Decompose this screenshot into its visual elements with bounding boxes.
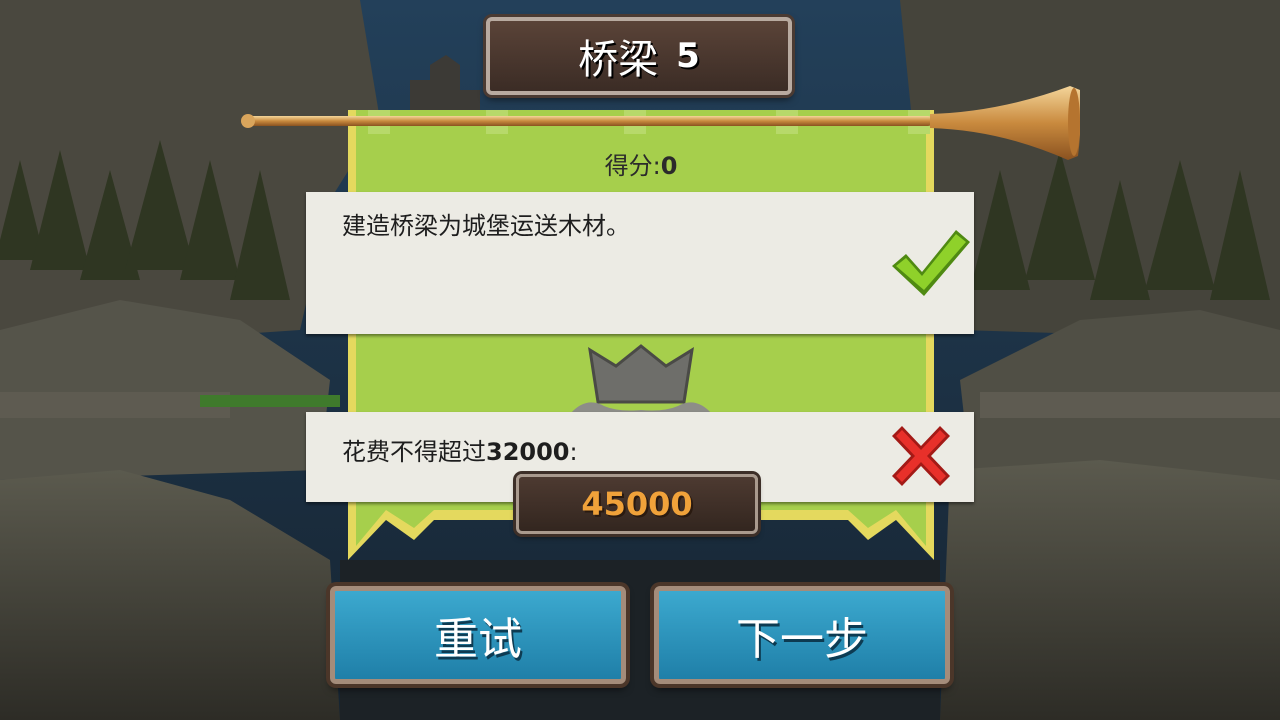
score-line: 得分:0: [348, 146, 934, 181]
actual-cost-display: 45000: [516, 474, 758, 534]
score-label: 得分:: [604, 152, 661, 180]
cross-icon: [892, 426, 950, 486]
objective-1-text: 建造桥梁为城堡运送木材。: [342, 212, 630, 240]
retry-button[interactable]: 重试: [330, 586, 626, 684]
level-number: 5: [676, 36, 700, 76]
score-value: 0: [660, 152, 678, 180]
objective-2-text: 花费不得超过32000:: [342, 432, 578, 467]
checkmark-icon: [892, 230, 970, 296]
objective-2-limit: 32000: [486, 438, 570, 466]
next-button[interactable]: 下一步: [654, 586, 950, 684]
objective-2-suffix: :: [569, 438, 578, 466]
objective-card-1: 建造桥梁为城堡运送木材。: [306, 192, 974, 334]
level-title: 桥梁: [578, 37, 659, 83]
level-title-plate: 桥梁 5: [486, 17, 792, 95]
objective-2-prefix: 花费不得超过: [342, 438, 486, 466]
